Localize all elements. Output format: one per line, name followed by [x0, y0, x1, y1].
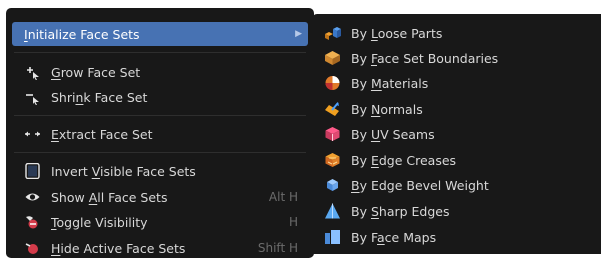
menu-item-label: By Normals: [351, 101, 423, 117]
submenu-item-by-uv-seams[interactable]: By UV Seams: [314, 122, 599, 146]
shortcut-text: Shift H: [257, 241, 298, 255]
menu-item-label: By Face Maps: [351, 229, 437, 245]
menu-item-extract-face-set[interactable]: Extract Face Set: [12, 122, 308, 146]
normals-icon: [324, 101, 341, 117]
loose-parts-icon: [324, 25, 341, 41]
submenu-item-by-edge-creases[interactable]: By Edge Creases: [314, 148, 599, 172]
submenu-arrow-icon: ▶: [295, 29, 302, 39]
edge-bevel-weight-icon: [324, 177, 341, 193]
menu-item-show-all-face-sets[interactable]: Show All Face Sets Alt H: [12, 185, 308, 209]
submenu-item-by-face-maps[interactable]: By Face Maps: [314, 225, 599, 249]
menu-item-label: By Materials: [351, 75, 429, 91]
submenu-item-by-normals[interactable]: By Normals: [314, 97, 599, 121]
menu-separator: [14, 152, 306, 153]
menu-item-initialize-face-sets[interactable]: Initialize Face Sets ▶: [12, 22, 308, 46]
submenu-item-by-edge-bevel-weight[interactable]: By Edge Bevel Weight: [314, 173, 599, 197]
grow-arrow-icon: [24, 64, 41, 80]
submenu-item-by-materials[interactable]: By Materials: [314, 71, 599, 95]
menu-item-label: By Edge Bevel Weight: [351, 177, 489, 193]
shrink-arrow-icon: [24, 89, 41, 105]
menu-item-label: By Loose Parts: [351, 25, 443, 41]
menu-item-label: Show All Face Sets: [51, 189, 168, 205]
menu-item-toggle-visibility[interactable]: Toggle Visibility H: [12, 210, 308, 234]
edge-creases-icon: [324, 152, 341, 168]
shortcut-text: Alt H: [268, 190, 298, 204]
menu-item-label: Invert Visible Face Sets: [51, 163, 196, 179]
face-maps-icon: [324, 229, 341, 245]
sharp-edges-icon: [324, 203, 341, 219]
eye-icon: [24, 189, 41, 205]
submenu-item-by-sharp-edges[interactable]: By Sharp Edges: [314, 199, 599, 223]
menu-item-hide-active-face-sets[interactable]: Hide Active Face Sets Shift H: [12, 236, 308, 260]
toggle-hide-icon: [24, 214, 41, 230]
invert-frame-icon: [24, 163, 41, 179]
menu-separator: [14, 52, 306, 53]
menu-item-label: Extract Face Set: [51, 126, 153, 142]
menu-item-label: Grow Face Set: [51, 64, 141, 80]
initialize-face-sets-submenu: By Loose Parts By Face Set Boundaries By…: [312, 14, 601, 254]
submenu-item-by-loose-parts[interactable]: By Loose Parts: [314, 21, 599, 45]
extract-arrows-icon: [24, 126, 41, 142]
face-set-boundaries-icon: [324, 50, 341, 66]
uv-seams-icon: [324, 126, 341, 142]
menu-item-label: Shrink Face Set: [51, 89, 148, 105]
menu-separator: [14, 115, 306, 116]
menu-item-label: By UV Seams: [351, 126, 435, 142]
shortcut-text: H: [288, 215, 298, 229]
hide-active-icon: [24, 240, 41, 256]
menu-item-shrink-face-set[interactable]: Shrink Face Set: [12, 85, 308, 109]
menu-item-invert-visible-face-sets[interactable]: Invert Visible Face Sets: [12, 159, 308, 183]
menu-item-label: Initialize Face Sets: [24, 26, 140, 42]
menu-item-grow-face-set[interactable]: Grow Face Set: [12, 60, 308, 84]
face-sets-menu: Initialize Face Sets ▶ Grow Face Set Shr…: [6, 8, 314, 258]
menu-item-label: By Face Set Boundaries: [351, 50, 499, 66]
menu-item-label: By Edge Creases: [351, 152, 457, 168]
materials-icon: [324, 75, 341, 91]
submenu-item-by-face-set-boundaries[interactable]: By Face Set Boundaries: [314, 46, 599, 70]
menu-item-label: Toggle Visibility: [51, 214, 148, 230]
menu-item-label: By Sharp Edges: [351, 203, 450, 219]
menu-item-label: Hide Active Face Sets: [51, 240, 186, 256]
